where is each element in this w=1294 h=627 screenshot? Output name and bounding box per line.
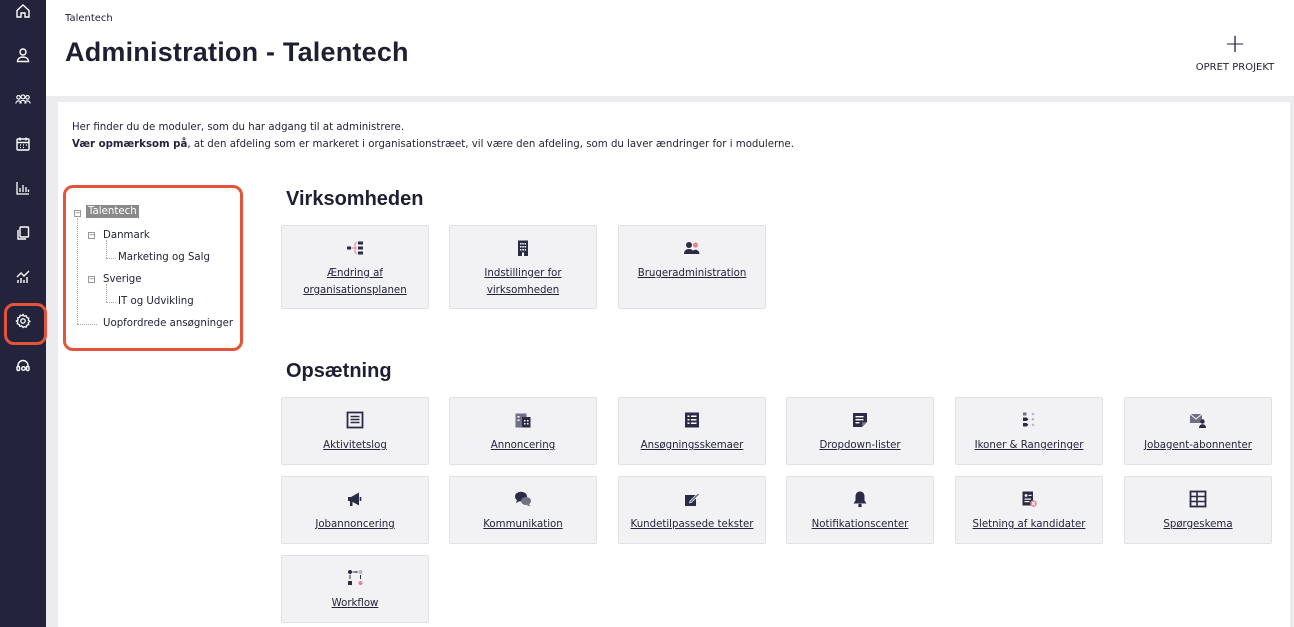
nav-documents[interactable]	[0, 213, 46, 253]
list-icon	[345, 410, 365, 430]
card-workflow[interactable]: Workflow	[281, 555, 429, 623]
form-icon	[682, 410, 702, 430]
tree-collapse-toggle[interactable]: −	[88, 276, 95, 283]
intro-warning-bold: Vær opmærksom på	[72, 139, 188, 150]
card-communication[interactable]: Kommunikation	[449, 476, 597, 544]
section-title-virksomheden: Virksomheden	[286, 188, 424, 210]
advert-icon	[513, 410, 533, 430]
tree-node-it[interactable]: IT og Udvikling	[118, 296, 194, 307]
users-group-icon	[15, 94, 31, 104]
card-label: Kundetilpassede tekster	[630, 519, 754, 530]
tree-collapse-toggle[interactable]: −	[88, 232, 95, 239]
plus-icon: +	[1224, 29, 1246, 59]
questionnaire-icon	[1188, 489, 1208, 509]
card-label: Sletning af kandidater	[972, 519, 1086, 530]
card-job-advertising[interactable]: Jobannoncering	[281, 476, 429, 544]
card-label: Jobagent-abonnenter	[1144, 440, 1252, 451]
user-admin-icon	[682, 238, 702, 258]
nav-candidates[interactable]	[0, 80, 46, 120]
card-label: Ansøgningsskemaer	[640, 440, 744, 451]
building-icon	[513, 238, 533, 258]
card-label: Spørgeskema	[1163, 519, 1233, 530]
analytics-icon	[16, 270, 30, 283]
card-user-admin[interactable]: Brugeradministration	[618, 225, 766, 309]
card-label: Indstillinger for virksomheden	[484, 268, 562, 296]
intro-line-1: Her finder du de moduler, som du har adg…	[72, 122, 405, 133]
admin-panel: Her finder du de moduler, som du har adg…	[58, 102, 1290, 627]
card-application-forms[interactable]: Ansøgningsskemaer	[618, 397, 766, 465]
card-questionnaire[interactable]: Spørgeskema	[1124, 476, 1272, 544]
card-activity-log[interactable]: Aktivitetslog	[281, 397, 429, 465]
card-label: Jobannoncering	[315, 519, 395, 530]
tree-node-sverige[interactable]: Sverige	[103, 274, 142, 285]
nav-calendar[interactable]	[0, 124, 46, 164]
card-label: Annoncering	[490, 440, 556, 451]
card-label: Ikoner & Rangeringer	[974, 440, 1084, 451]
nav-profile[interactable]	[0, 35, 46, 75]
bar-chart-icon	[16, 182, 30, 195]
tree-node-marketing[interactable]: Marketing og Salg	[118, 252, 210, 263]
intro-text: Her finder du de moduler, som du har adg…	[72, 119, 794, 153]
card-jobagent-subscribers[interactable]: Jobagent-abonnenter	[1124, 397, 1272, 465]
card-label: Aktivitetslog	[323, 440, 387, 451]
user-icon	[16, 48, 30, 63]
nav-home[interactable]	[0, 0, 46, 31]
documents-icon	[17, 226, 30, 240]
section-title-opsaetning: Opsætning	[286, 360, 392, 382]
tree-line	[106, 302, 116, 303]
page-title: Administration - Talentech	[65, 37, 409, 67]
dropdown-icon	[850, 410, 870, 430]
nav-support[interactable]	[0, 346, 46, 386]
tree-line	[106, 284, 107, 302]
delete-candidate-icon	[1019, 489, 1039, 509]
tree-line	[77, 218, 78, 324]
card-label: Notifikationscenter	[811, 519, 909, 530]
headset-icon	[16, 359, 30, 372]
nav-analytics[interactable]	[0, 257, 46, 297]
card-label: Brugeradministration	[637, 268, 747, 279]
intro-warning-rest: , at den afdeling som er markeret i orga…	[187, 139, 794, 150]
card-custom-texts[interactable]: Kundetilpassede tekster	[618, 476, 766, 544]
bell-icon	[850, 489, 870, 509]
ranking-icon	[1019, 410, 1039, 430]
page-header: Talentech Administration - Talentech + O…	[46, 0, 1294, 96]
card-company-settings[interactable]: Indstillinger for virksomheden	[449, 225, 597, 309]
intro-line-2: Vær opmærksom på, at den afdeling som er…	[72, 136, 794, 153]
org-chart-icon	[345, 238, 365, 258]
mail-subscriber-icon	[1188, 410, 1208, 430]
tree-line	[77, 324, 97, 325]
tree-collapse-toggle[interactable]: −	[74, 210, 81, 217]
tree-node-danmark[interactable]: Danmark	[103, 230, 150, 241]
nav-statistics[interactable]	[0, 168, 46, 208]
create-project-button[interactable]: + OPRET PROJEKT	[1190, 29, 1280, 77]
tree-line	[106, 240, 107, 258]
card-icons-rankings[interactable]: Ikoner & Rangeringer	[955, 397, 1103, 465]
workflow-icon	[345, 568, 365, 588]
tree-node-root[interactable]: Talentech	[86, 205, 139, 218]
card-label: Kommunikation	[483, 519, 563, 530]
card-delete-candidates[interactable]: Sletning af kandidater	[955, 476, 1103, 544]
card-advertising[interactable]: Annoncering	[449, 397, 597, 465]
home-icon	[16, 4, 30, 18]
breadcrumb[interactable]: Talentech	[65, 13, 113, 24]
card-org-plan[interactable]: Ændring af organisationsplanen	[281, 225, 429, 309]
gear-icon	[15, 313, 31, 329]
create-project-label: OPRET PROJEKT	[1195, 62, 1275, 73]
sidebar-nav	[0, 0, 47, 627]
edit-icon	[682, 489, 702, 509]
card-label: Ændring af organisationsplanen	[303, 268, 407, 296]
card-dropdown-lists[interactable]: Dropdown-lister	[786, 397, 934, 465]
nav-administration[interactable]	[0, 301, 47, 345]
megaphone-icon	[345, 489, 365, 509]
tree-line	[106, 258, 116, 259]
card-label: Workflow	[331, 598, 379, 609]
calendar-icon	[16, 137, 30, 151]
card-label: Dropdown-lister	[819, 440, 901, 451]
card-notification-center[interactable]: Notifikationscenter	[786, 476, 934, 544]
tree-node-unsolicited[interactable]: Uopfordrede ansøgninger	[103, 318, 233, 329]
chat-icon	[513, 489, 533, 509]
